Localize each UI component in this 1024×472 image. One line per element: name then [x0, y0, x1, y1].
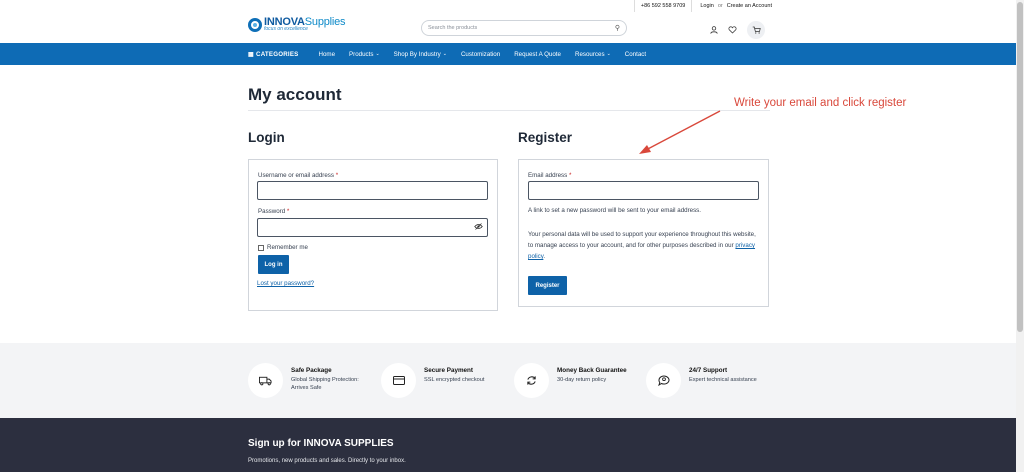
remember-label: Remember me: [267, 244, 308, 251]
feature-desc-line: Arrives Safe: [291, 385, 322, 391]
login-button[interactable]: Log in: [258, 255, 289, 274]
privacy-note-text: Your personal data will be used to suppo…: [528, 231, 756, 249]
lost-password-link[interactable]: Lost your password?: [257, 280, 314, 287]
feature-desc: Expert technical assistance: [689, 377, 757, 383]
nav-item-label: Shop By Industry: [393, 50, 441, 58]
nav-item-label: Contact: [624, 50, 647, 58]
feature-desc-line: Global Shipping Protection:: [291, 377, 359, 383]
user-icon[interactable]: [710, 26, 718, 34]
account-links: Login or Create an Account: [692, 3, 772, 9]
truck-icon: [248, 363, 283, 398]
logo-brand-suffix: Supplies: [304, 16, 346, 28]
logo-mark-icon: [248, 17, 262, 32]
password-field[interactable]: [257, 218, 488, 237]
feature-safe-package: Safe Package Global Shipping Protection:…: [248, 363, 359, 398]
cart-icon[interactable]: [747, 21, 765, 39]
heart-icon[interactable]: [728, 26, 737, 34]
password-link-note: A link to set a new password will be sen…: [528, 207, 701, 214]
feature-text: Safe Package Global Shipping Protection:…: [291, 367, 359, 392]
search-placeholder: Search the products: [428, 25, 478, 31]
password-label-text: Password: [258, 208, 286, 215]
feature-money-back: Money Back Guarantee 30-day return polic…: [514, 363, 627, 398]
nav-item-label: Customization: [460, 50, 501, 58]
login-form: Username or email address * Password * R…: [248, 159, 498, 311]
logo-text: INNOVASupplies focus on excellence: [264, 16, 346, 32]
chevron-down-icon: ⌄: [442, 51, 447, 57]
newsletter-footer: Sign up for INNOVA SUPPLIES Promotions, …: [0, 418, 1016, 472]
annotation-arrow: [639, 110, 721, 154]
chevron-down-icon: ⌄: [375, 51, 380, 57]
page-scrollbar[interactable]: [1016, 0, 1024, 472]
header-icons: [710, 21, 765, 39]
feature-text: 24/7 Support Expert technical assistance: [689, 367, 757, 384]
credit-card-icon: [381, 363, 416, 398]
nav-item-label: Products: [349, 50, 374, 58]
email-label: Email address *: [528, 172, 571, 179]
required-mark: *: [286, 208, 290, 215]
scrollbar-thumb[interactable]: [1017, 2, 1023, 332]
newsletter-subtitle: Promotions, new products and sales. Dire…: [248, 458, 406, 464]
feature-secure-payment: Secure Payment SSL encrypted checkout: [381, 363, 484, 398]
or-text: or: [717, 3, 723, 9]
features-band: Safe Package Global Shipping Protection:…: [0, 343, 1016, 418]
nav-item-request-quote[interactable]: Request A Quote: [514, 51, 561, 58]
page-title: My account: [248, 85, 342, 104]
support-chat-icon: [646, 363, 681, 398]
feature-text: Money Back Guarantee 30-day return polic…: [557, 367, 627, 384]
nav-item-label: Request A Quote: [514, 50, 561, 58]
nav-item-label: Resources: [574, 50, 605, 58]
nav-item-resources[interactable]: Resources ⌄: [575, 51, 611, 58]
feature-title: 24/7 Support: [689, 367, 728, 374]
feature-title: Secure Payment: [424, 367, 474, 374]
refresh-icon: [514, 363, 549, 398]
feature-desc: 30-day return policy: [557, 377, 607, 383]
nav-categories-label: CATEGORIES: [256, 50, 299, 58]
create-account-link[interactable]: Create an Account: [727, 3, 772, 9]
nav-categories[interactable]: ▦ CATEGORIES: [248, 51, 299, 58]
register-button[interactable]: Register: [528, 276, 567, 295]
search-input[interactable]: Search the products ⚲: [421, 20, 627, 36]
main-nav: ▦ CATEGORIES Home Products ⌄ Shop By Indu…: [0, 43, 1016, 65]
privacy-note: Your personal data will be used to suppo…: [528, 231, 756, 260]
feature-title: Safe Package: [291, 367, 332, 374]
register-form: Email address * A link to set a new pass…: [518, 159, 769, 307]
required-mark: *: [568, 172, 572, 179]
remember-me[interactable]: Remember me: [258, 244, 308, 251]
nav-item-shop-by-industry[interactable]: Shop By Industry ⌄: [394, 51, 447, 58]
nav-item-products[interactable]: Products ⌄: [349, 51, 380, 58]
newsletter-title: Sign up for INNOVA SUPPLIES: [248, 438, 394, 449]
site-header: INNOVASupplies focus on excellence Searc…: [0, 12, 1016, 43]
eye-slash-icon[interactable]: [474, 223, 483, 232]
nav-items: ▦ CATEGORIES Home Products ⌄ Shop By Indu…: [248, 43, 660, 65]
username-label-text: Username or email address: [258, 172, 334, 179]
top-utility-right: +86 592 558 9709 Login or Create an Acco…: [633, 0, 772, 12]
phone-number[interactable]: +86 592 558 9709: [633, 0, 693, 12]
nav-item-customization[interactable]: Customization: [461, 51, 500, 58]
nav-item-contact[interactable]: Contact: [625, 51, 646, 58]
email-field[interactable]: [528, 181, 759, 200]
chevron-down-icon: ⌄: [606, 51, 611, 57]
username-label: Username or email address *: [258, 172, 338, 179]
email-label-text: Email address: [528, 172, 568, 179]
required-mark: *: [335, 172, 339, 179]
search-icon[interactable]: ⚲: [615, 24, 620, 32]
username-field[interactable]: [257, 181, 488, 200]
nav-item-label: Home: [318, 50, 336, 58]
feature-desc: Global Shipping Protection: Arrives Safe: [291, 376, 359, 392]
feature-text: Secure Payment SSL encrypted checkout: [424, 367, 484, 384]
site-logo[interactable]: INNOVASupplies focus on excellence: [248, 16, 346, 32]
feature-support: 24/7 Support Expert technical assistance: [646, 363, 757, 398]
register-title: Register: [518, 130, 573, 145]
nav-item-home[interactable]: Home: [319, 51, 336, 58]
feature-title: Money Back Guarantee: [557, 367, 627, 374]
login-link[interactable]: Login: [700, 3, 713, 9]
top-utility-bar: +86 592 558 9709 Login or Create an Acco…: [0, 0, 1016, 12]
password-label: Password *: [258, 208, 289, 215]
grid-icon: ▦: [248, 50, 255, 58]
annotation-text: Write your email and click register: [734, 97, 907, 109]
remember-checkbox[interactable]: [258, 244, 264, 251]
feature-desc: SSL encrypted checkout: [424, 377, 485, 383]
login-title: Login: [248, 130, 285, 145]
